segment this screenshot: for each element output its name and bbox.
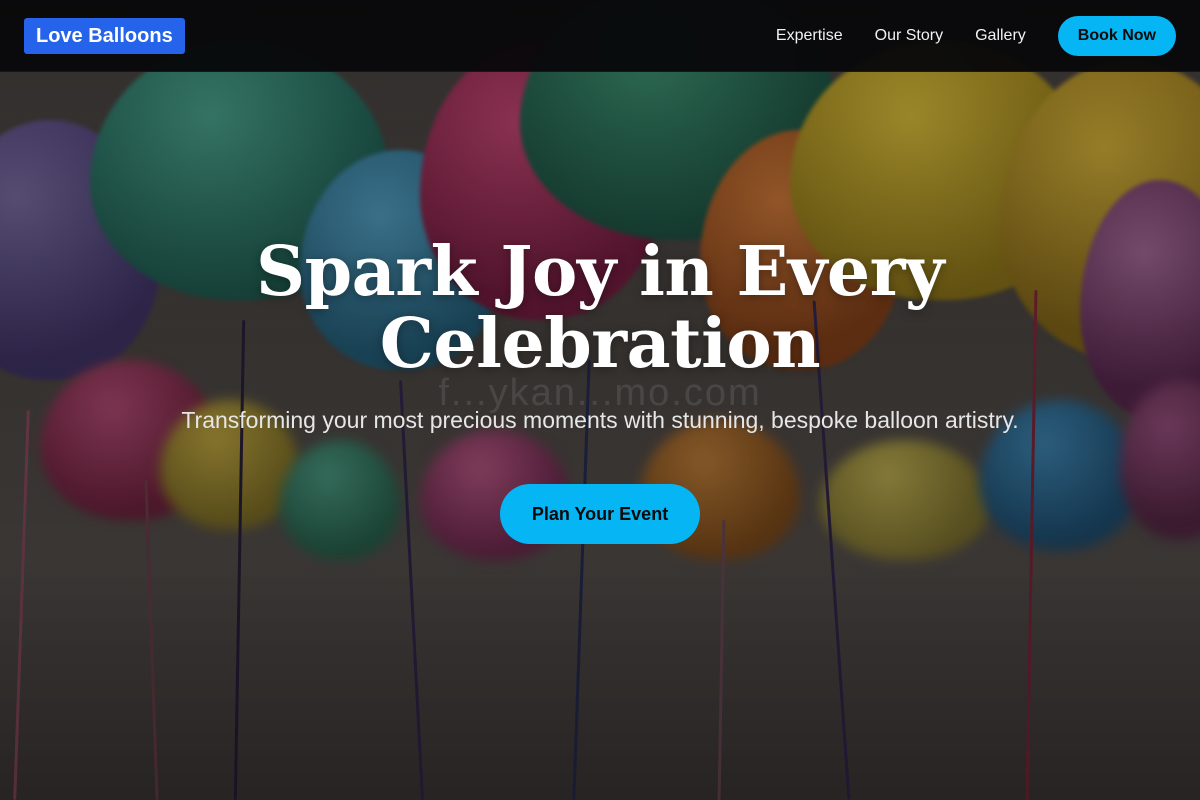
book-now-button[interactable]: Book Now	[1057, 16, 1176, 56]
hero-section: Spark Joy in Every Celebration Transform…	[0, 236, 1200, 544]
main-nav: Expertise Our Story Gallery Book Now	[776, 16, 1176, 56]
nav-link-gallery[interactable]: Gallery	[975, 27, 1026, 45]
plan-event-button[interactable]: Plan Your Event	[499, 484, 701, 544]
nav-link-expertise[interactable]: Expertise	[776, 27, 843, 45]
site-header: Love Balloons Expertise Our Story Galler…	[0, 0, 1200, 72]
nav-link-our-story[interactable]: Our Story	[875, 27, 943, 45]
hero-subtitle: Transforming your most precious moments …	[181, 407, 1019, 433]
brand-logo[interactable]: Love Balloons	[24, 18, 185, 54]
hero-title: Spark Joy in Every Celebration	[256, 232, 944, 384]
